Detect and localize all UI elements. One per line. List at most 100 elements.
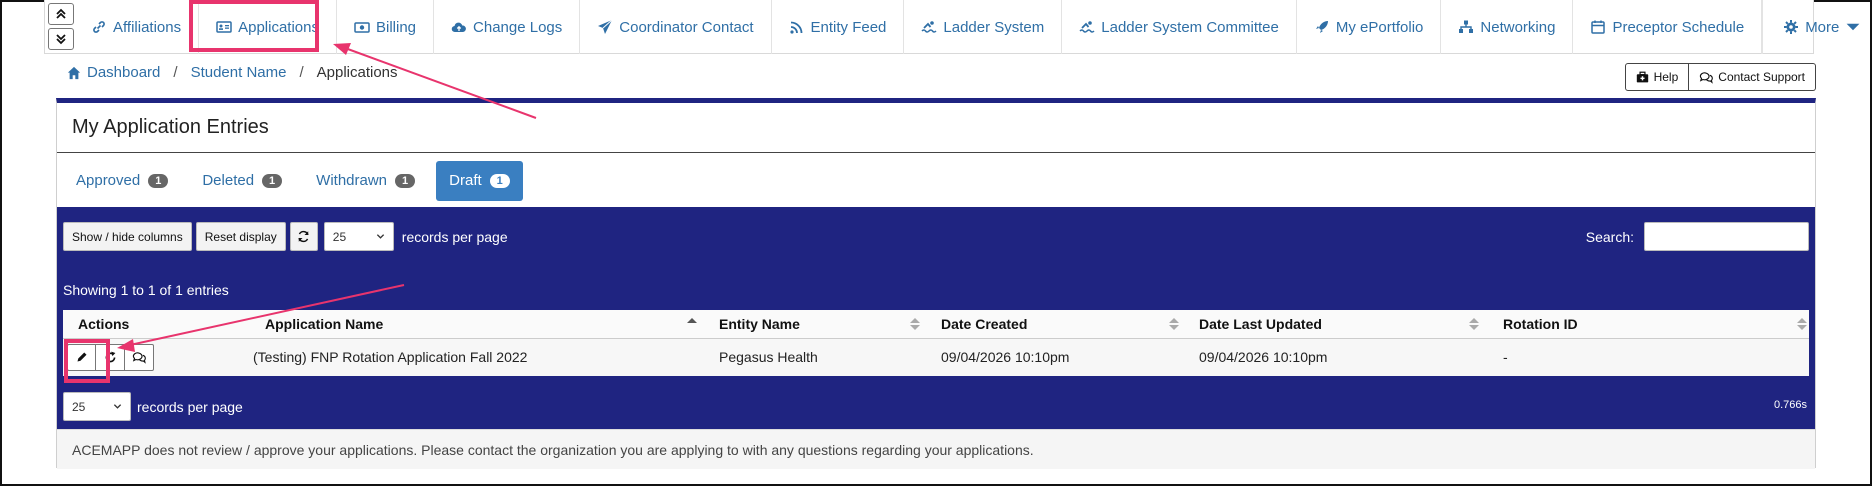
swimmer-icon	[1079, 21, 1095, 33]
nav-item-label: Affiliations	[113, 18, 182, 36]
tab-count-badge: 1	[148, 173, 169, 188]
column-header-date-created[interactable]: Date Created	[922, 310, 1181, 339]
sort-both-icon	[1169, 318, 1179, 330]
medkit-icon	[1636, 71, 1648, 82]
nav-item-label: Ladder System Committee	[1101, 18, 1279, 36]
search-input[interactable]	[1644, 222, 1809, 251]
tab-draft[interactable]: Draft 1	[436, 160, 523, 201]
row-action-buttons	[63, 343, 253, 371]
help-button[interactable]: Help	[1624, 63, 1690, 91]
column-header-label: Date Created	[941, 315, 1028, 332]
tab-count-badge: 1	[395, 173, 416, 188]
records-per-page-select[interactable]: 25	[323, 222, 394, 251]
tab-count-badge: 1	[262, 173, 283, 188]
help-button-group: Help Contact Support	[1624, 63, 1816, 91]
comments-button[interactable]	[125, 343, 154, 371]
breadcrumb-dashboard-link[interactable]: Dashboard	[67, 64, 160, 81]
column-header-application-name[interactable]: Application Name	[253, 310, 705, 339]
sort-both-icon	[910, 318, 920, 330]
nav-item-label: Change Logs	[473, 18, 563, 36]
tab-withdrawn[interactable]: Withdrawn 1	[303, 161, 428, 201]
nav-more-dropdown[interactable]: More	[1762, 0, 1872, 54]
gear-icon	[1784, 20, 1799, 34]
table-header-row: Actions Application Name Entity Name Dat…	[63, 310, 1809, 339]
chevron-double-down-icon	[56, 34, 66, 45]
reset-display-button[interactable]: Reset display	[195, 222, 286, 251]
records-per-page-text: records per page	[137, 398, 243, 415]
cell-date-created: 09/04/2026 10:10pm	[922, 338, 1181, 376]
column-header-label: Rotation ID	[1503, 315, 1578, 332]
chevron-down-icon	[113, 404, 122, 409]
tab-approved[interactable]: Approved 1	[63, 161, 181, 201]
records-per-page-select-bottom[interactable]: 25	[63, 392, 131, 421]
contact-support-button[interactable]: Contact Support	[1689, 63, 1816, 91]
sort-both-icon	[1797, 318, 1807, 330]
id-card-icon	[216, 21, 232, 33]
nav-collapse-controls	[45, 0, 74, 53]
showing-entries-info: Showing 1 to 1 of 1 entries	[63, 282, 229, 298]
nav-item-label: Entity Feed	[810, 18, 887, 36]
nav-item-ladder-system[interactable]: Ladder System	[904, 0, 1063, 54]
nav-item-label: Billing	[375, 18, 417, 36]
contact-support-label: Contact Support	[1718, 70, 1805, 84]
money-bill-icon	[354, 22, 370, 33]
sort-asc-indicator	[687, 318, 697, 330]
nav-item-preceptor-schedule[interactable]: Preceptor Schedule	[1573, 0, 1763, 54]
column-header-actions: Actions	[63, 310, 253, 339]
rocket-icon	[1315, 21, 1328, 33]
sort-both-icon	[1469, 318, 1479, 330]
datatable-bottom-controls: 25 records per page	[63, 392, 243, 421]
breadcrumb-separator: /	[173, 64, 178, 81]
resubmit-button[interactable]	[96, 343, 125, 371]
records-per-page-text: records per page	[401, 228, 508, 245]
search-label: Search:	[1585, 228, 1634, 245]
tab-deleted[interactable]: Deleted 1	[189, 161, 295, 201]
nav-item-label: Coordinator Contact	[619, 18, 754, 36]
collapse-up-button[interactable]	[48, 3, 74, 25]
nav-item-billing[interactable]: Billing	[337, 0, 435, 54]
column-header-entity-name[interactable]: Entity Name	[705, 310, 922, 339]
nav-item-label: My ePortfolio	[1335, 18, 1424, 36]
cloud-upload-icon	[451, 22, 466, 33]
nav-item-my-eportfolio[interactable]: My ePortfolio	[1297, 0, 1442, 54]
datatable-container: Show / hide columns Reset display 25 rec…	[57, 207, 1815, 429]
cell-rotation-id: -	[1481, 338, 1809, 376]
table-row: (Testing) FNP Rotation Application Fall …	[63, 338, 1809, 376]
nav-item-entity-feed[interactable]: Entity Feed	[772, 0, 905, 54]
cell-entity-name: Pegasus Health	[705, 338, 922, 376]
tab-label: Withdrawn	[316, 172, 388, 189]
collapse-down-button[interactable]	[48, 28, 74, 50]
show-hide-columns-button[interactable]: Show / hide columns	[63, 222, 192, 251]
cell-date-last-updated: 09/04/2026 10:10pm	[1181, 338, 1481, 376]
datatable-toolbar: Show / hide columns Reset display 25 rec…	[63, 222, 508, 251]
nav-item-ladder-system-committee[interactable]: Ladder System Committee	[1062, 0, 1297, 54]
refresh-button[interactable]	[289, 222, 318, 251]
chevron-down-icon	[376, 234, 384, 239]
nav-item-applications[interactable]: Applications	[199, 0, 337, 54]
nav-item-label: Networking	[1480, 18, 1556, 36]
row-actions-cell	[63, 338, 253, 376]
column-header-label: Date Last Updated	[1199, 315, 1322, 332]
edit-button[interactable]	[67, 343, 96, 371]
page-title: My Application Entries	[57, 103, 1815, 153]
chevron-double-up-icon	[56, 8, 66, 19]
breadcrumb-dashboard-label: Dashboard	[87, 64, 161, 81]
column-header-rotation-id[interactable]: Rotation ID	[1481, 310, 1809, 339]
column-header-date-last-updated[interactable]: Date Last Updated	[1181, 310, 1481, 339]
nav-item-change-logs[interactable]: Change Logs	[434, 0, 581, 54]
swimmer-icon	[921, 21, 937, 33]
tab-label: Deleted	[202, 172, 255, 189]
nav-item-coordinator-contact[interactable]: Coordinator Contact	[580, 0, 772, 54]
nav-item-networking[interactable]: Networking	[1441, 0, 1574, 54]
tab-label: Draft	[449, 172, 482, 189]
tab-label: Approved	[76, 172, 141, 189]
cell-application-name: (Testing) FNP Rotation Application Fall …	[253, 338, 705, 376]
search-area: Search:	[1586, 222, 1809, 251]
records-per-page-value: 25	[72, 399, 86, 414]
breadcrumb-student-link[interactable]: Student Name	[191, 64, 287, 81]
nav-item-affiliations[interactable]: Affiliations	[74, 0, 200, 54]
pencil-icon	[77, 352, 86, 362]
load-timing: 0.766s	[1773, 399, 1807, 411]
nav-item-label: Ladder System	[943, 18, 1045, 36]
nav-more-label: More	[1805, 18, 1840, 36]
